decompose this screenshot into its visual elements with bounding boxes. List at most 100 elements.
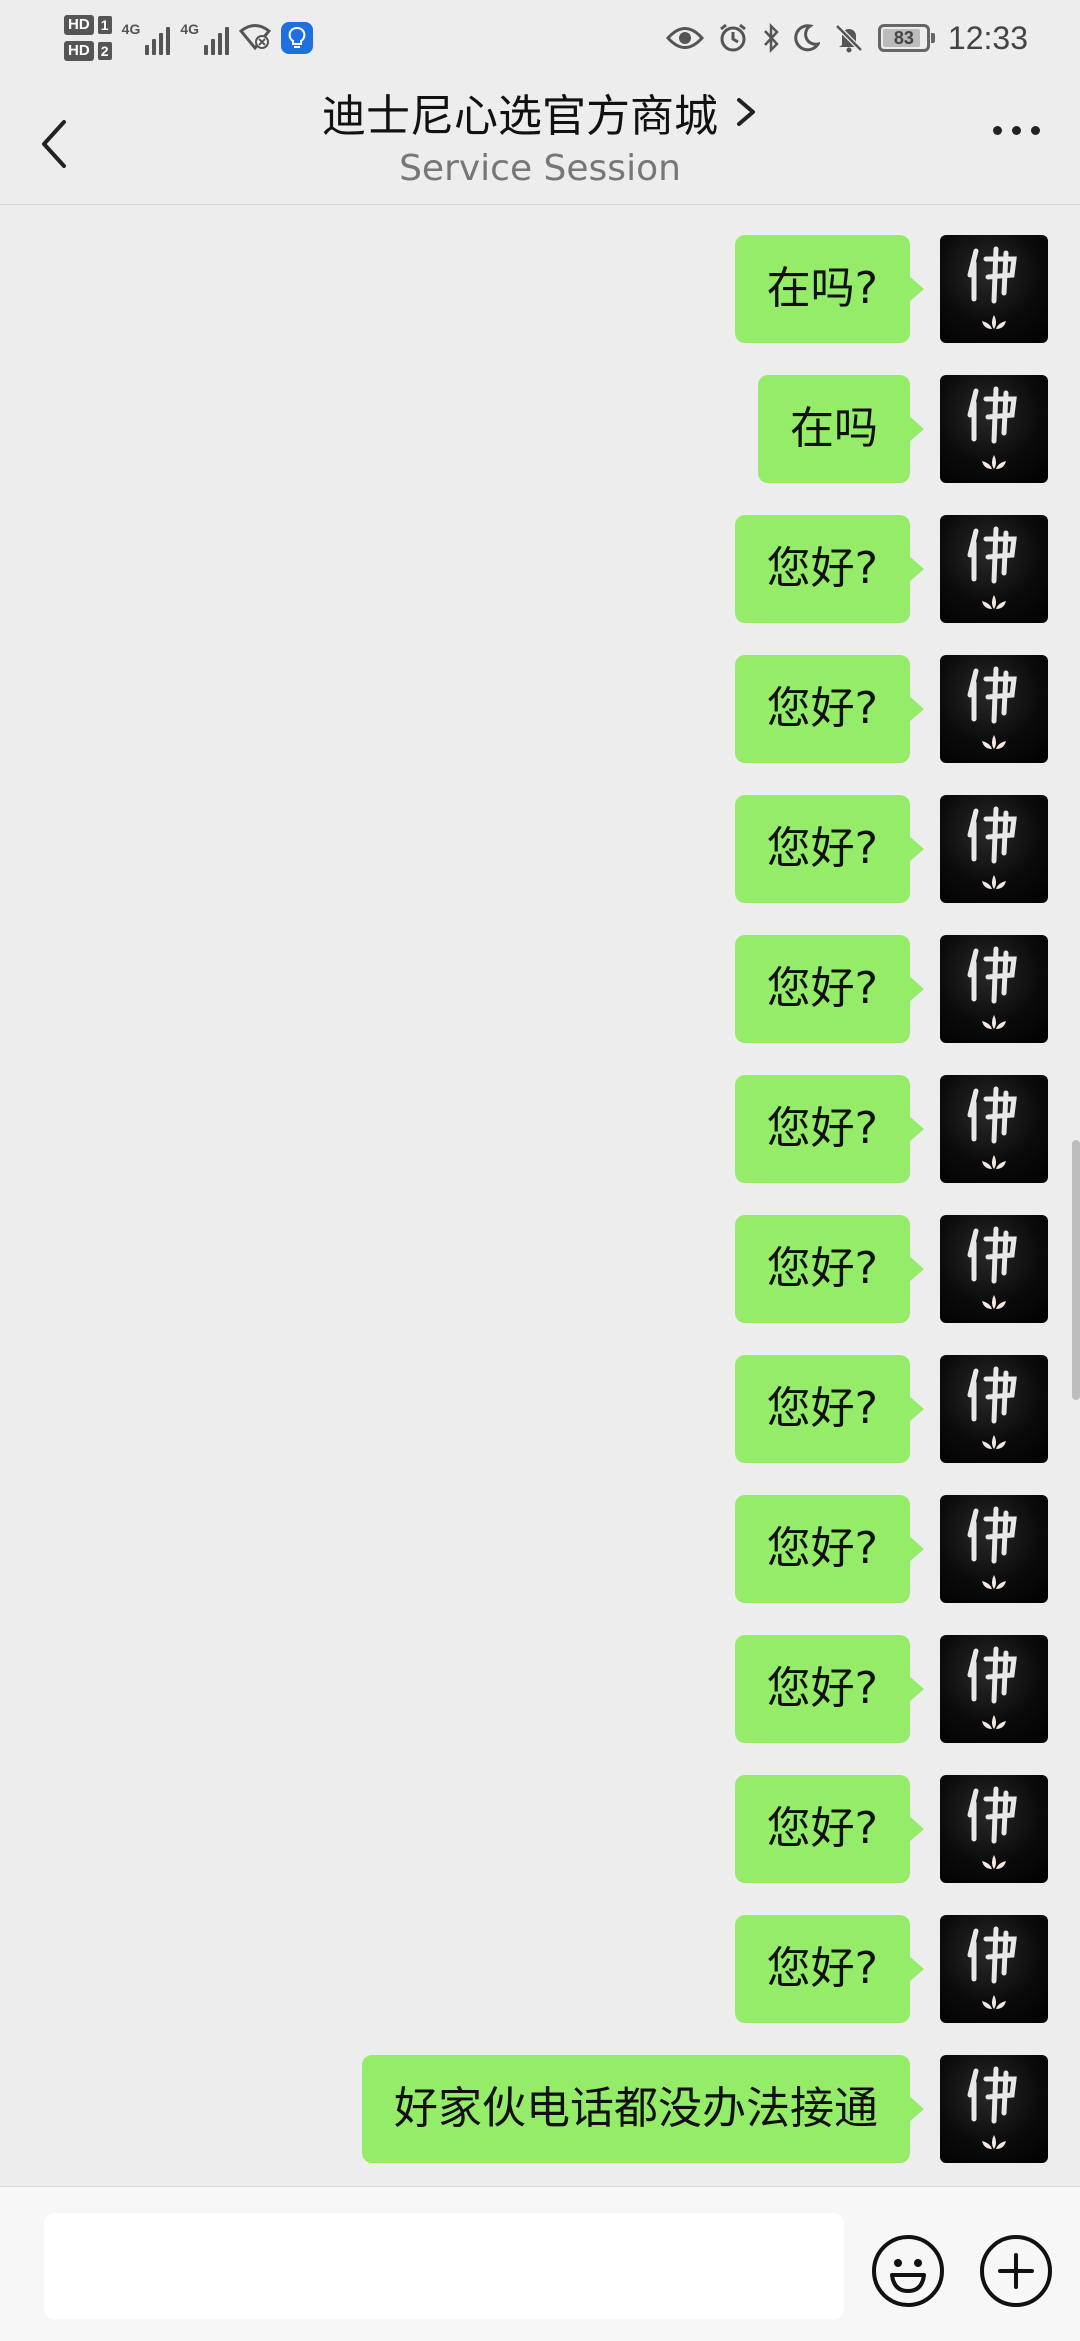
sim2-indicator: HD 2 — [64, 41, 112, 61]
lotus-icon — [982, 455, 1006, 469]
calligraphy-glyph-icon — [967, 1786, 1017, 1844]
dot-icon — [1012, 126, 1021, 135]
sim1-hd-badge: HD — [64, 15, 94, 35]
eye-icon — [665, 25, 704, 51]
avatar[interactable] — [940, 1495, 1048, 1603]
calligraphy-glyph-icon — [967, 946, 1017, 1004]
avatar[interactable] — [940, 375, 1048, 483]
calligraphy-glyph-icon — [967, 1926, 1017, 1984]
lotus-icon — [982, 1295, 1006, 1309]
avatar[interactable] — [940, 795, 1048, 903]
chat-subtitle: Service Session — [399, 148, 681, 189]
message-bubble[interactable]: 您好? — [734, 1355, 925, 1463]
lotus-icon — [982, 315, 1006, 329]
plus-icon — [998, 2253, 1034, 2289]
chevron-right-icon — [737, 98, 755, 126]
calligraphy-glyph-icon — [967, 386, 1017, 444]
lotus-icon — [982, 1015, 1006, 1029]
scrollbar[interactable] — [1072, 1140, 1080, 1400]
message-bubble[interactable]: 您好? — [734, 515, 925, 623]
lotus-icon — [982, 2135, 1006, 2149]
message-row: 您好? — [734, 1075, 1048, 1183]
chat-title-text: 迪士尼心选官方商城 — [322, 91, 718, 142]
avatar[interactable] — [940, 1075, 1048, 1183]
calligraphy-glyph-icon — [967, 1506, 1017, 1564]
input-bar — [0, 2186, 1080, 2341]
bell-muted-icon — [834, 23, 864, 53]
message-row: 您好? — [734, 1775, 1048, 1883]
dot-icon — [993, 126, 1002, 135]
emoji-button[interactable] — [872, 2235, 944, 2307]
message-row: 好家伙电话都没办法接通 — [362, 2055, 1048, 2163]
sim2-number: 2 — [97, 42, 112, 60]
calligraphy-glyph-icon — [967, 526, 1017, 584]
message-bubble[interactable]: 您好? — [734, 655, 925, 763]
avatar[interactable] — [940, 1915, 1048, 2023]
wifi-off-icon — [238, 22, 272, 54]
dot-icon — [1031, 126, 1040, 135]
battery-icon: 83 — [877, 24, 935, 52]
status-left: HD 1 HD 2 4G 4G — [64, 8, 314, 68]
message-bubble[interactable]: 好家伙电话都没办法接通 — [362, 2055, 924, 2163]
message-row: 您好? — [734, 935, 1048, 1043]
avatar[interactable] — [940, 2055, 1048, 2163]
message-row: 您好? — [734, 1355, 1048, 1463]
message-row: 您好? — [734, 1635, 1048, 1743]
calligraphy-glyph-icon — [967, 246, 1017, 304]
sim2-hd-badge: HD — [64, 41, 94, 61]
signal1-icon: 4G — [122, 21, 171, 55]
message-row: 您好? — [734, 655, 1048, 763]
calligraphy-glyph-icon — [967, 806, 1017, 864]
message-list[interactable]: 在吗? 在吗您好? 您好? 您好? 您好? 您好? 您好? 您好? 您好? 您好? 您好? 您好? 好家… — [0, 205, 1080, 2185]
chat-title[interactable]: 迪士尼心选官方商城 — [322, 80, 758, 144]
message-bubble[interactable]: 您好? — [734, 935, 925, 1043]
calligraphy-glyph-icon — [967, 1366, 1017, 1424]
avatar[interactable] — [940, 1215, 1048, 1323]
network1-label: 4G — [121, 21, 141, 37]
lotus-icon — [982, 1855, 1006, 1869]
avatar[interactable] — [940, 1635, 1048, 1743]
calligraphy-glyph-icon — [967, 666, 1017, 724]
message-row: 您好? — [734, 795, 1048, 903]
bluetooth-icon — [762, 23, 780, 53]
lotus-icon — [982, 1715, 1006, 1729]
smiley-icon — [890, 2259, 926, 2293]
calligraphy-glyph-icon — [967, 1646, 1017, 1704]
avatar[interactable] — [940, 1355, 1048, 1463]
chat-header: 迪士尼心选官方商城 Service Session — [0, 76, 1080, 205]
message-row: 您好? — [734, 1495, 1048, 1603]
more-actions-button[interactable] — [980, 2235, 1052, 2307]
message-bubble[interactable]: 在吗 — [758, 375, 924, 483]
calligraphy-glyph-icon — [967, 1086, 1017, 1144]
message-bubble[interactable]: 您好? — [734, 795, 925, 903]
message-row: 您好? — [734, 515, 1048, 623]
message-bubble[interactable]: 您好? — [734, 1775, 925, 1883]
lotus-icon — [982, 595, 1006, 609]
message-bubble[interactable]: 在吗? — [734, 235, 925, 343]
message-bubble[interactable]: 您好? — [734, 1495, 925, 1603]
clock: 12:33 — [947, 19, 1028, 56]
avatar[interactable] — [940, 655, 1048, 763]
message-bubble[interactable]: 您好? — [734, 1635, 925, 1743]
message-bubble[interactable]: 您好? — [734, 1075, 925, 1183]
sim1-indicator: HD 1 — [64, 15, 112, 35]
signal2-icon: 4G — [180, 21, 230, 55]
avatar[interactable] — [940, 515, 1048, 623]
lotus-icon — [982, 1995, 1006, 2009]
avatar[interactable] — [940, 935, 1048, 1043]
avatar[interactable] — [940, 235, 1048, 343]
alarm-icon — [718, 23, 748, 53]
more-options-button[interactable] — [993, 126, 1040, 135]
avatar[interactable] — [940, 1775, 1048, 1883]
message-row: 您好? — [734, 1215, 1048, 1323]
moon-icon — [794, 24, 820, 52]
message-input[interactable] — [44, 2213, 844, 2319]
message-bubble[interactable]: 您好? — [734, 1215, 925, 1323]
battery-level: 83 — [893, 27, 914, 48]
lotus-icon — [982, 875, 1006, 889]
lotus-icon — [982, 1575, 1006, 1589]
title-area[interactable]: 迪士尼心选官方商城 — [0, 80, 1080, 144]
status-right: 83 12:33 — [665, 10, 1028, 66]
message-bubble[interactable]: 您好? — [734, 1915, 925, 2023]
status-bar: HD 1 HD 2 4G 4G 83 12:33 — [0, 0, 1080, 76]
